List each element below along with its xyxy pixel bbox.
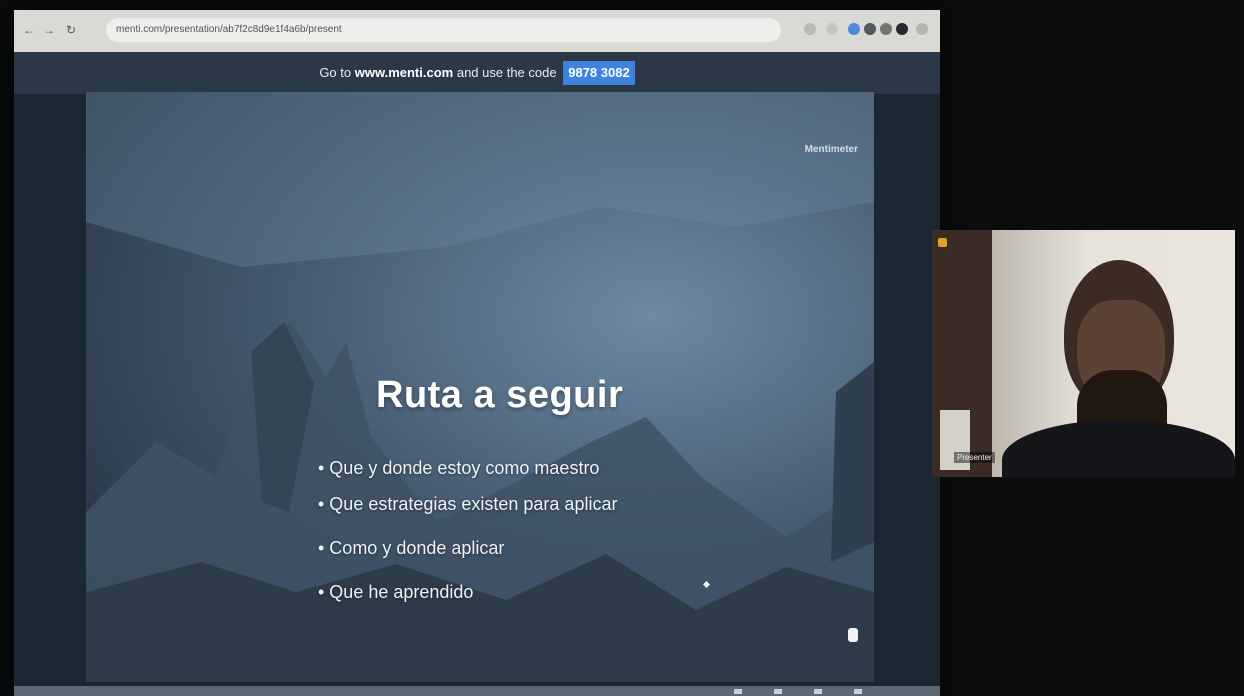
- folder-icon: [938, 238, 947, 247]
- forward-icon[interactable]: →: [42, 23, 56, 37]
- browser-window: ← → ↻ menti.com/presentation/ab7f2c8d9e1…: [14, 10, 940, 696]
- banner-prefix: Go to: [319, 65, 352, 80]
- join-code-banner: Go to www.menti.com and use the code 987…: [14, 52, 940, 94]
- participant-name: Presenter: [954, 452, 995, 463]
- bookmark-icon[interactable]: [804, 23, 816, 35]
- participant-video-tile[interactable]: Presenter: [932, 230, 1235, 477]
- avatar[interactable]: [896, 23, 908, 35]
- extension-icon[interactable]: [880, 23, 892, 35]
- slide-bullet-4: • Que he aprendido: [318, 582, 474, 602]
- extension-icon[interactable]: [864, 23, 876, 35]
- slide-bullet-1: • Que y donde estoy como maestro: [318, 458, 600, 478]
- address-bar[interactable]: menti.com/presentation/ab7f2c8d9e1f4a6b/…: [106, 18, 781, 42]
- profile-icon[interactable]: [848, 23, 860, 35]
- banner-site: www.menti.com: [354, 65, 454, 80]
- mentimeter-logo: Mentimeter: [804, 144, 858, 155]
- slide-bullet-2: • Que estrategias existen para aplicar: [318, 494, 618, 514]
- banner-middle: and use the code: [456, 65, 557, 80]
- reload-icon[interactable]: ↻: [64, 23, 78, 37]
- taskbar-icon[interactable]: [854, 689, 862, 694]
- slide-title: Ruta a seguir: [376, 374, 624, 416]
- join-code: 9878 3082: [563, 61, 635, 85]
- reaction-icon[interactable]: [848, 628, 858, 642]
- menu-icon[interactable]: [916, 23, 928, 35]
- presentation-slide: Mentimeter Ruta a seguir • Que y donde e…: [86, 92, 874, 682]
- taskbar-icon[interactable]: [734, 689, 742, 694]
- slide-bullet-3: • Como y donde aplicar: [318, 538, 505, 558]
- extension-icon[interactable]: [826, 23, 838, 35]
- taskbar-icon[interactable]: [774, 689, 782, 694]
- taskbar-icon[interactable]: [814, 689, 822, 694]
- browser-toolbar: ← → ↻ menti.com/presentation/ab7f2c8d9e1…: [14, 10, 940, 53]
- back-icon[interactable]: ←: [22, 23, 36, 37]
- taskbar: [14, 686, 940, 696]
